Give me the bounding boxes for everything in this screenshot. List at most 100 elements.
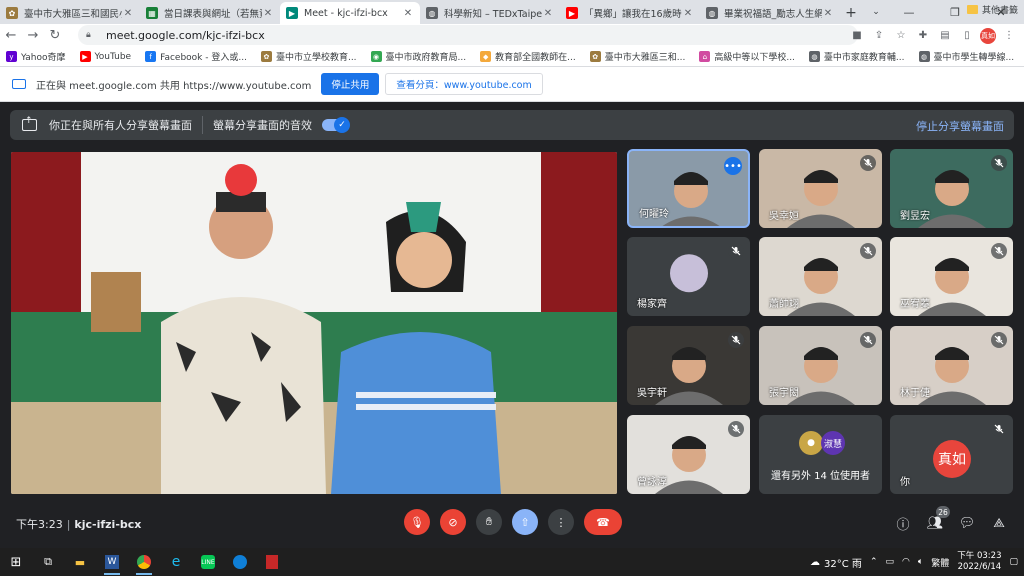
participant-tile[interactable]: ••• 何曜玲 [627,149,750,228]
more-participants-text: 還有另外 14 位使用者 [770,471,871,482]
profile-avatar[interactable]: 真如 [980,27,996,44]
participant-tile[interactable]: 張宇閎 [759,326,882,405]
camera-icon[interactable]: ■ [848,27,866,45]
file-explorer-button[interactable]: ▬ [64,548,96,576]
participant-tile[interactable]: 巫宥蓁 [890,237,1013,316]
people-count-badge: 26 [936,506,950,518]
close-tab-icon[interactable]: ✕ [822,8,834,19]
forward-icon[interactable]: → [22,25,44,47]
more-participants-tile[interactable]: ● 淑慧 還有另外 14 位使用者 [759,415,882,494]
present-screen-icon: ⇧ [520,515,530,529]
word-button[interactable]: W [96,548,128,576]
mic-toggle-button[interactable]: 🎙︎ [404,509,430,535]
participant-tile[interactable]: 林于倢 [890,326,1013,405]
internet-explorer-icon: e [171,554,181,570]
close-tab-icon[interactable]: ✕ [402,8,414,19]
tab-search-icon[interactable]: ⌄ [868,4,884,20]
mic-off-icon: 🎙︎ [410,515,424,529]
bookmark-item[interactable]: ✿ 臺中市大雅區三和... [589,50,685,63]
bookmark-item[interactable]: ◍ 臺中市學生轉學線... [918,50,1014,63]
view-tab-button[interactable]: 查看分頁：www.youtube.com [385,73,543,95]
reading-list-icon[interactable]: ▤ [936,27,954,45]
ime-indicator[interactable]: 繁體 [931,556,949,569]
participant-tile[interactable]: 楊家齊 [627,237,750,316]
weather-widget[interactable]: ☁︎ 32°C 雨 [810,555,862,570]
chat-button[interactable]: 💬︎ [958,514,976,532]
meeting-code[interactable]: kjc-ifzi-bcx [74,518,141,531]
mic-off-icon [991,155,1007,171]
share-icon[interactable]: ⇪ [870,27,888,45]
more-options-button[interactable]: ⋮ [548,509,574,535]
app-button[interactable] [256,548,288,576]
participant-tile[interactable]: 曾詠淳 [627,415,750,494]
bookmark-favicon-icon: ✿ [260,51,272,62]
more-options-icon[interactable]: ••• [724,157,742,175]
bookmark-item[interactable]: f Facebook - 登入或... [145,50,247,63]
line-button[interactable]: LINE [192,548,224,576]
bookmark-item[interactable]: y Yahoo奇摩 [6,50,66,63]
bookmark-item[interactable]: ⌂ 高級中等以下學校... [699,50,795,63]
clock[interactable]: 下午 03:23 2022/6/14 [957,551,1001,573]
participant-avatar [669,253,708,292]
wifi-icon[interactable]: ◠ [902,557,910,567]
windows-icon: ⊞ [10,554,22,570]
other-bookmarks[interactable]: 其他書籤 [966,3,1018,16]
folder-icon: ▬ [74,555,86,569]
minimize-button[interactable]: — [886,0,932,24]
chevron-up-icon[interactable]: ⌃ [870,557,878,567]
edge-button[interactable] [224,548,256,576]
browser-tab[interactable]: ▶ Meet - kjc-ifzi-bcx ✕ [280,2,420,24]
close-tab-icon[interactable]: ✕ [542,8,554,19]
camera-toggle-button[interactable]: ⊘ [440,509,466,535]
browser-tab[interactable]: ▶ 「異鄉」讓我在16歲時 ✕ [560,2,700,24]
address-bar[interactable]: 🔒︎ meet.google.com/kjc-ifzi-bcx [78,25,858,45]
participant-tile[interactable]: 劉昱宏 [890,149,1013,228]
bookmark-item[interactable]: ◍ 臺中市家庭教育輔... [808,50,905,63]
bookmark-favicon-icon: y [6,51,17,62]
chrome-icon [137,555,151,569]
raise-hand-button[interactable]: ✋︎ [476,509,502,535]
start-button[interactable]: ⊞ [0,548,32,576]
participant-tile[interactable]: 吳宇軒 [627,326,750,405]
volume-icon[interactable]: 🔈︎ [918,557,923,567]
people-button[interactable]: 👥︎ 26 [926,506,950,532]
chrome-button[interactable] [128,548,160,576]
browser-tab[interactable]: ▦ 當日課表與網址（若無資料✕ [140,2,280,24]
self-tile[interactable]: 真如 你 [890,415,1013,494]
activities-button[interactable]: ⟁ [990,514,1008,532]
stop-presenting-link[interactable]: 停止分享螢幕畫面 [916,118,1004,134]
mic-off-icon [991,421,1007,437]
notifications-icon[interactable]: ▢ [1009,557,1018,567]
participant-tile[interactable]: 吳幸姮 [759,149,882,228]
bookmark-item[interactable]: ◆ 教育部全國教師在... [480,50,576,63]
browser-tab[interactable]: ◍ 畢業祝福語_勵志人生網_ ✕ [700,2,840,24]
bookmark-item[interactable]: ◉ 臺中市政府教育局... [370,50,466,63]
extensions-icon[interactable]: ✚ [914,27,932,45]
bookmark-item[interactable]: ✿ 臺中市立學校教育... [260,50,357,63]
lock-icon[interactable]: 🔒︎ [86,30,100,40]
new-tab-button[interactable]: + [840,2,862,24]
share-audio-toggle[interactable]: ✓ [322,117,350,133]
menu-dots-icon[interactable]: ⋮ [1000,27,1018,45]
meeting-time: 下午3:23 [16,518,63,531]
leave-call-button[interactable]: ☎︎ [584,509,622,535]
ie-button[interactable]: e [160,548,192,576]
task-view-button[interactable]: ⧉ [32,548,64,576]
back-icon[interactable]: ← [0,25,22,47]
browser-tab[interactable]: ✿ 臺中市大雅區三和國民小學✕ [0,2,140,24]
participant-tile[interactable]: 蕭帥翊 [759,237,882,316]
present-button[interactable]: ⇧ [512,509,538,535]
close-tab-icon[interactable]: ✕ [682,8,694,19]
bookmark-star-icon[interactable]: ☆ [892,27,910,45]
side-panel-icon[interactable]: ▯ [958,27,976,45]
browser-tab[interactable]: ◍ 科學新知 – TEDxTaipei ✕ [420,2,560,24]
meeting-details-button[interactable]: ⓘ [894,514,912,533]
reload-icon[interactable]: ↻ [44,25,66,47]
close-tab-icon[interactable]: ✕ [122,8,134,19]
bookmark-item[interactable]: ▶ YouTube [79,51,131,62]
tab-title: 畢業祝福語_勵志人生網_ [724,9,822,20]
bookmarks-bar: y Yahoo奇摩 ▶ YouTube f Facebook - 登入或... ✿ 臺中市立學… [0,47,1024,67]
network-icon[interactable]: ▭ [885,557,894,567]
close-tab-icon[interactable]: ✕ [262,8,274,19]
stop-sharing-button[interactable]: 停止共用 [321,73,380,95]
